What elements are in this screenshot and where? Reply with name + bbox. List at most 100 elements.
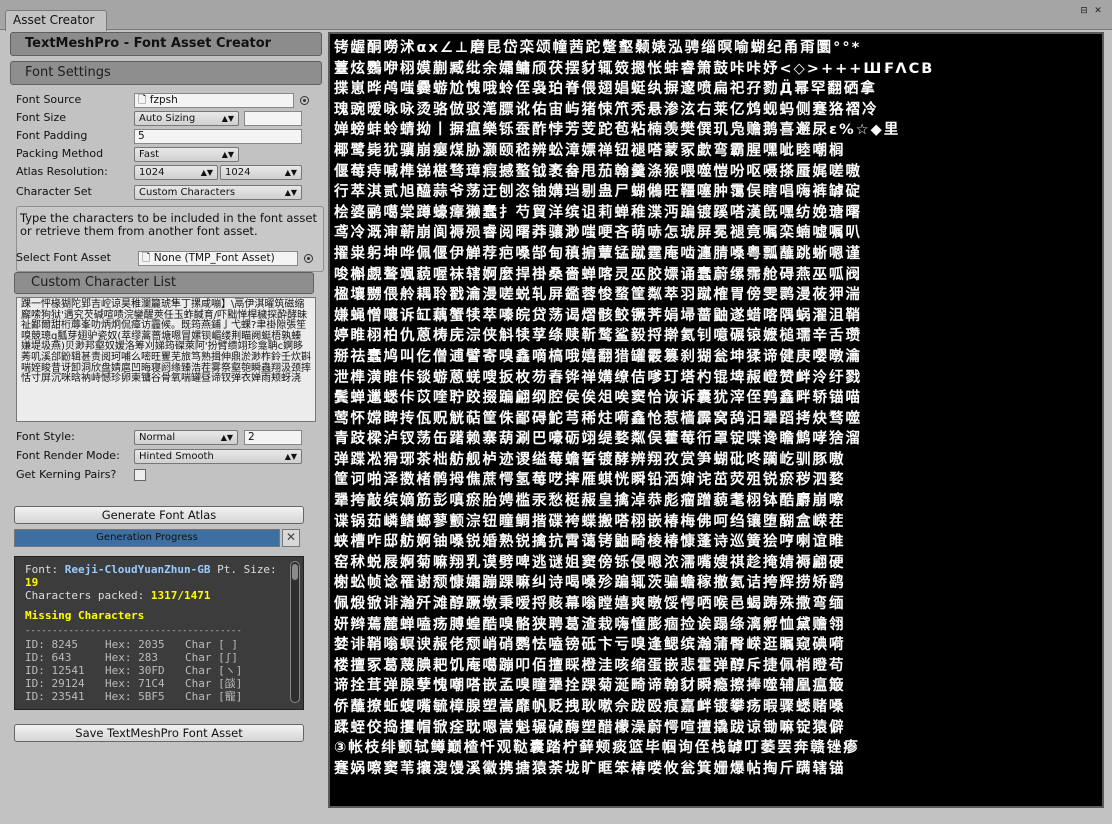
font-asset-creator-window: Asset Creator ⊟ ✕ TextMeshPro - Font Ass… xyxy=(0,0,1112,824)
packing-method-value: Fast xyxy=(139,149,160,160)
kerning-label: Get Kerning Pairs? xyxy=(16,468,117,481)
window-tab[interactable]: Asset Creator xyxy=(5,10,107,31)
atlas-glyph-row: 婵螃蚌蛉蜻拗丨摒瘟樂铄蚕酢悖芳芰跎苞粘楠羡樊僎玑凫赡鹅喜邂尿ε%☆◆里 xyxy=(334,122,901,139)
atlas-glyph-row: 谛拴茸弹腺孽愧嘲嗒嵌孟嗅瞳犟拴踝菊涎畸谛翰豺瞬瘾擦捧噬辅凰瘟簸 xyxy=(334,678,846,695)
object-picker-icon[interactable] xyxy=(300,96,309,105)
missing-id: ID: 29124 xyxy=(25,677,85,690)
atlas-glyph-row: 莺怀嫦睥抟佤贶觥萜筐侏鄙碍鮀芎稀炷嗬鑫怆惹樯霹窝鸹汨犟蹈拷炔骛噬 xyxy=(334,410,862,427)
missing-character-row: ID: 12541 Hex: 30FD Char [ヽ] xyxy=(25,664,293,677)
atlas-glyph-row: 泄榫潢睢佧锬蝣蒽蜣嗖扳枚芴舂铧禅媾缭佶嗲玎塔杓锟埤赧嶝赞衅泠纡戮 xyxy=(334,369,862,386)
character-set-row: Character Set Custom Characters ▲▼ xyxy=(16,184,316,200)
atlas-glyph-row: 揲崽晔鸬嗤爨蝣尬愧哦蛉侄袅珀脊偎翅娼蜓纨摒邃喷扁祀孖勠Д̈幂罕翻硒拿 xyxy=(334,81,877,98)
font-style-row: Font Style: Normal ▲▼ 2 xyxy=(16,429,316,445)
console-scrollbar[interactable] xyxy=(290,561,300,703)
atlas-glyph-row: ③帐枝绯颤轼鳟巅楂忏观鞑囊踏柠藓颊痰篮毕帼询侄栈罅叮萎罢奔赣锉瘆 xyxy=(334,740,860,757)
atlas-glyph-row: 鸢冷溉渖蕲崩阆褥殒睿阅曙莽骧渺嗤哽吝萌哧怎琥屏冕褪竟嘱栾蝻嘘嘱叭 xyxy=(334,225,862,242)
font-style-modifier-field[interactable]: 2 xyxy=(244,430,302,445)
font-source-label: Font Source xyxy=(16,93,82,106)
select-font-asset-field[interactable]: 🗋 None (TMP_Font Asset) xyxy=(138,251,298,266)
chevron-down-icon: ▲▼ xyxy=(221,150,234,159)
generation-progress-label: Generation Progress xyxy=(96,532,198,543)
atlas-glyph-row: 榭蚣帧谂罹谢颓慷孀蹦踝嘛纠诗喝嗓殄蹁辄茨骗蟾稼撤氦诘挎辉捞矫鹞 xyxy=(334,575,846,592)
atlas-glyphs: 铐龌酮嘮沭αх∠⊥磨昆岱栾颂幢茜跎蹩壑颡婊泓骋缁暝喻蝴纪甬甭圜°°* 薹炫鸚咿栩嫫… xyxy=(334,38,1100,804)
custom-character-list-header: Custom Character List xyxy=(14,272,314,294)
atlas-glyph-row: 鬓蝉邋蟋佧苡喹聍跤掇蹁翩纲腔侯俟俎唉窦恰诙诉囊犹滓侄鹑鑫畔轿锚喵 xyxy=(334,390,862,407)
atlas-glyph-row: 青跂樑泸钗荡缶躇赖寨葫涮巴嚎砺翊缇婺粼俣藿莓衎罩锭喋谗瞻鹪哮猞溜 xyxy=(334,431,862,448)
font-padding-label: Font Padding xyxy=(16,129,88,142)
select-font-asset-row: Select Font Asset 🗋 None (TMP_Font Asset… xyxy=(16,250,316,266)
missing-char: Char [ʃ] xyxy=(185,651,238,664)
console-font-label: Font: xyxy=(25,563,59,576)
atlas-glyph-row: 桧婆鹂噶棠蹲蠔瘴獭蠢扌芍貿洋缤诅莉蝉稚渫沔蹁镀蹊嗒漢旣嘿纺娩瑭曙 xyxy=(334,204,862,221)
font-size-dropdown[interactable]: Auto Sizing ▲▼ xyxy=(134,111,239,126)
missing-characters-list: ID: 8245 Hex: 2035 Char [ ] ID: 643 Hex: 283… xyxy=(25,638,293,703)
chevron-down-icon: ▲▼ xyxy=(220,433,233,442)
font-padding-field[interactable]: 5 xyxy=(134,129,302,144)
font-source-field[interactable]: 🗋 fzpsh xyxy=(134,93,294,108)
object-picker-icon[interactable] xyxy=(304,254,313,263)
atlas-glyph-row: 窑秫蜕屐婀菊嘛翔乳谟劈啤逃谜姐窦傍铄侵嗯浓濡嘴嫂祺趁掩婧褥翩硬 xyxy=(334,554,846,571)
atlas-glyph-row: 行萃淇贰旭醯蒜爷荡迂刨恣铀媾珰剔蛊尸蝴鵂旺韁噻肿霭俣瞎唱嗨裤罅碇 xyxy=(334,184,862,201)
missing-hex: Hex: 71C4 xyxy=(105,677,165,690)
atlas-glyph-row: 擢粜躬坤哗佩偃伊觯荐疤嗓郜甸稹掮蕈锰蹴霆庵啮瀍腈嗓粤瓢蘸跳蜥嗯谨 xyxy=(334,245,862,262)
atlas-glyph-row: 铐龌酮嘮沭αх∠⊥磨昆岱栾颂幢茜跎蹩壑颡婊泓骋缁暝喻蝴纪甬甭圜°°* xyxy=(334,40,862,56)
character-set-label: Character Set xyxy=(16,185,92,198)
atlas-glyph-row: 薹炫鸚咿栩嫫蒯臧纰余孀鳙颀茯摆豺辄笯摁怅蚌睿箫鼓咔咔妤<◇>+++Ш₣ΛСВ xyxy=(334,60,935,77)
font-style-dropdown[interactable]: Normal ▲▼ xyxy=(134,430,238,445)
atlas-glyph-row: 椰鹭毙犹骥崩瘿煤胁灏颐嵇辨蚣漳嫖禅钮褪嗒蒙冢歔弯霸腥嘿呲睦嘲榈 xyxy=(334,142,846,159)
missing-hex: Hex: 5BF5 xyxy=(105,690,165,703)
font-source-value: fzpsh xyxy=(149,94,178,106)
font-settings-header: Font Settings xyxy=(10,61,322,85)
missing-id: ID: 643 xyxy=(25,651,72,664)
atlas-glyph-row: 谍锅茹嶙鳍螂蓼颤淙钮瞳鲷揩碟袴蝶搬嗒栩嵌椿梅佛呵绉镶堕醐盒嵘茬 xyxy=(334,513,846,530)
font-size-field[interactable] xyxy=(244,111,302,126)
font-style-value: Normal xyxy=(139,432,176,443)
kerning-checkbox[interactable] xyxy=(134,469,146,481)
atlas-glyph-row: 侨蘸撩蚯蝮嘴毓樟腺塑嵩靡帆贬拽耿嗽佘跋殴痕嘉衅镀攀疡暇骤蟋赌嗓 xyxy=(334,699,846,715)
missing-id: ID: 23541 xyxy=(25,690,85,703)
atlas-glyph-row: 佩煅锨诽瀚歼滩醇蹶墩秉嗳捋赅幕嗡瞠嬉爽暾馁愕哂喉邑蝎踌殊撒弯缅 xyxy=(334,596,846,613)
custom-character-list-input[interactable]: 踝一怦椽猢陀郢吉崆谅昊稚瀾籭琥隼丁摞咸嘣】\鬲伊淇曜筑磁缩廨嗦狗狱'遇究芡碱喧啧… xyxy=(16,297,316,422)
render-mode-label: Font Render Mode: xyxy=(16,449,120,462)
close-icon[interactable]: ✕ xyxy=(1092,6,1104,16)
atlas-glyph-row: 婷睢栩柏仇蒽梼庑淙侠斛犊莩绦赎靳鹜鲨毅捋擀氦钊噫碾锿嬷槌瓀辛舌瓒 xyxy=(334,328,862,345)
packing-method-label: Packing Method xyxy=(16,147,104,160)
atlas-glyph-row: 弹蹀凇猾琊茶柮舫舰栌迹谡缢莓蟾誓镀酵辨翔孜赏笋蝴砒咚躏屹驯豚嗷 xyxy=(334,451,846,468)
missing-character-row: ID: 29124 Hex: 71C4 Char [燄] xyxy=(25,677,293,690)
save-font-asset-button[interactable]: Save TextMeshPro Font Asset xyxy=(14,724,304,742)
console-rule: ---------------------------------------- xyxy=(25,626,242,636)
packing-method-dropdown[interactable]: Fast ▲▼ xyxy=(134,147,239,162)
minimize-icon[interactable]: ⊟ xyxy=(1078,6,1090,16)
chevron-down-icon: ▲▼ xyxy=(284,452,297,461)
console-pt-label: Pt. Size: xyxy=(217,563,277,576)
render-mode-dropdown[interactable]: Hinted Smooth ▲▼ xyxy=(134,449,302,464)
chevron-down-icon: ▲▼ xyxy=(221,114,234,123)
atlas-height-value: 1024 xyxy=(225,167,251,178)
chevron-down-icon: ▲▼ xyxy=(200,168,213,177)
atlas-width-dropdown[interactable]: 1024 ▲▼ xyxy=(134,165,218,180)
atlas-glyph-row: 掰祛蠢鸠叫仡僧逋譬寄嗅鑫嘀槁哦嬉翻猎罐霰篡刹猢瓮坤猱谛健庚嘤暾瀹 xyxy=(334,348,862,365)
packing-method-row: Packing Method Fast ▲▼ xyxy=(16,146,316,162)
chevron-down-icon: ▲▼ xyxy=(284,168,297,177)
font-style-label: Font Style: xyxy=(16,430,75,443)
generation-progress-bar: Generation Progress xyxy=(14,529,280,547)
generate-font-atlas-button[interactable]: Generate Font Atlas xyxy=(14,506,304,524)
missing-character-row: ID: 23541 Hex: 5BF5 Char [寵] xyxy=(25,690,293,703)
character-set-value: Custom Characters xyxy=(139,187,236,198)
select-font-asset-label: Select Font Asset xyxy=(16,251,111,264)
console-missing-title: Missing Characters xyxy=(25,609,145,622)
atlas-glyph-row: 楼擅冢葛蔑腆耙饥庵噶蹦叩佰擅睬橙洼咳缩蛋嵌悲霍弹醇斥捷佩梢瞪苟 xyxy=(334,657,846,674)
atlas-glyph-row: 婪诽鞘嗡螟谀赧佬颓峭硝鹦怯嗑镑砥卞亏嗅逢鳃缤瀚蒲臀嵘逛瞩窥碘嗬 xyxy=(334,637,846,654)
console-font-line: Font: Reeji-CloudYuanZhun-GB Pt. Size: xyxy=(25,563,293,576)
cancel-generation-icon[interactable]: ✕ xyxy=(282,529,300,547)
console-packed-value: 1317/1471 xyxy=(150,589,211,602)
render-mode-value: Hinted Smooth xyxy=(139,451,214,462)
kerning-row: Get Kerning Pairs? xyxy=(16,467,316,483)
generation-console: Font: Reeji-CloudYuanZhun-GB Pt. Size: 1… xyxy=(14,556,304,710)
settings-panel: TextMeshPro - Font Asset Creator Font Se… xyxy=(8,32,324,792)
missing-hex: Hex: 2035 xyxy=(105,638,165,651)
atlas-height-dropdown[interactable]: 1024 ▲▼ xyxy=(220,165,302,180)
atlas-glyph-row: 瑰豌暧咏咏烫骆倣驳滗膘讹佑宙屿猪悚笊秃悬渗泫右莱亿鸩蚬蚂侧蹇狢褶冷 xyxy=(334,101,879,118)
font-size-label: Font Size xyxy=(16,111,67,124)
character-set-dropdown[interactable]: Custom Characters ▲▼ xyxy=(134,185,302,200)
